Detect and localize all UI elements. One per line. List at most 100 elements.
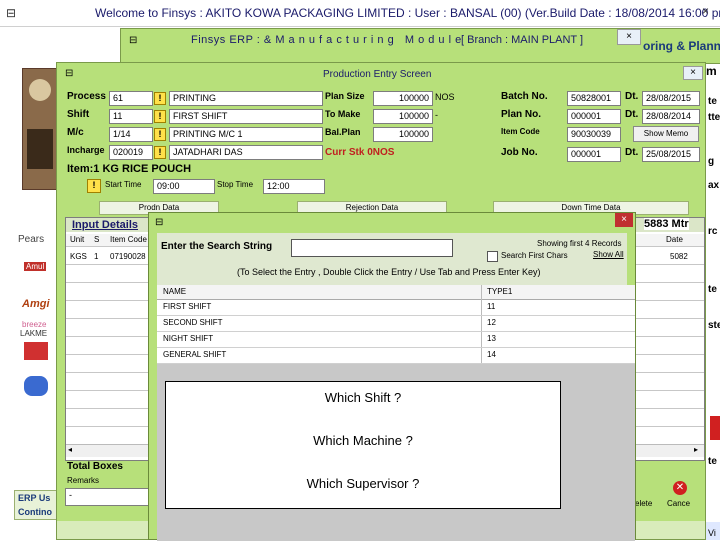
row-name: SECOND SHIFT	[163, 318, 223, 327]
right-menu-strip: te tte g ax rc te ste te Vi	[706, 36, 720, 540]
time-warning-icon[interactable]: !	[87, 179, 101, 193]
brand-logo	[24, 376, 48, 396]
plan-size-unit: NOS	[435, 92, 455, 102]
machine-code-input[interactable]: 1/14	[109, 127, 153, 142]
brand-image	[22, 68, 58, 190]
continue-label[interactable]: Contino	[18, 507, 52, 517]
scroll-left-icon[interactable]: ◂	[68, 445, 72, 454]
incharge-lookup-icon[interactable]: !	[154, 146, 166, 159]
production-close-icon[interactable]: ×	[683, 66, 703, 80]
shift-code-input[interactable]: 11	[109, 109, 153, 124]
plan-date-field[interactable]: 28/08/2014	[642, 109, 700, 124]
search-label: Enter the Search String	[161, 241, 273, 252]
search-input[interactable]	[291, 239, 453, 257]
grid-cell[interactable]: 07190028	[110, 252, 146, 261]
search-dialog-icon: ⊟	[155, 217, 164, 228]
red-icon	[710, 416, 720, 440]
batch-no-label: Batch No.	[501, 91, 548, 102]
grid-header-item-code: Item Code	[110, 235, 147, 244]
search-header-panel: Enter the Search String Showing first 4 …	[157, 233, 627, 289]
row-type: 14	[487, 350, 496, 359]
delete-button[interactable]: elete	[635, 481, 663, 511]
table-row[interactable]: FIRST SHIFT 11	[157, 299, 635, 316]
plan-no-field[interactable]: 000001	[567, 109, 621, 124]
item-label: Item:1 KG RICE POUCH	[67, 163, 192, 175]
start-time-label: Start Time	[105, 180, 142, 189]
process-lookup-icon[interactable]: !	[154, 92, 166, 105]
callout-supervisor-question: Which Supervisor ?	[306, 476, 420, 491]
menu-fragment: ax	[708, 180, 720, 191]
machine-name-field: PRINTING M/C 1	[169, 127, 323, 142]
module-title: Finsys ERP : & M a n u f a c t u r i n g…	[191, 34, 462, 46]
plan-size-field: 100000	[373, 91, 433, 106]
search-first-chars-label: Search First Chars	[501, 251, 568, 260]
table-row[interactable]: SECOND SHIFT 12	[157, 315, 635, 332]
table-row[interactable]: GENERAL SHIFT 14	[157, 347, 635, 364]
scroll-right-icon[interactable]: ▸	[694, 445, 698, 454]
menu-fragment: Vi	[708, 528, 716, 538]
start-time-input[interactable]: 09:00	[153, 179, 215, 194]
callout-machine-question: Which Machine ?	[313, 433, 413, 448]
search-close-icon[interactable]: ×	[615, 213, 633, 227]
process-code-input[interactable]: 61	[109, 91, 153, 106]
total-boxes-label: Total Boxes	[67, 461, 123, 472]
item-code-field[interactable]: 90030039	[567, 127, 621, 142]
plan-date-label: Dt.	[625, 109, 639, 120]
bal-plan-field: 100000	[373, 127, 433, 142]
branch-label: [ Branch : MAIN PLANT ]	[461, 34, 584, 46]
main-title-bar: ⊟ Welcome to Finsys : AKITO KOWA PACKAGI…	[0, 0, 720, 27]
stop-time-input[interactable]: 12:00	[263, 179, 325, 194]
module-close-icon[interactable]: ×	[617, 29, 641, 45]
incharge-label: Incharge	[67, 145, 105, 155]
current-stock-label: Curr Stk 0NOS	[325, 147, 395, 158]
show-all-button[interactable]: Show All	[593, 250, 624, 259]
grid-cell[interactable]: 5082	[670, 252, 688, 261]
grid-cell[interactable]: 1	[94, 252, 98, 261]
cancel-label: Cance	[667, 499, 691, 508]
remarks-input[interactable]: -	[65, 488, 151, 506]
column-header-type[interactable]: TYPE1	[487, 287, 512, 296]
main-close-icon[interactable]: ×	[702, 4, 709, 18]
item-code-label: Item Code	[501, 127, 540, 136]
erp-label: ERP Us	[18, 493, 51, 503]
batch-no-field[interactable]: 50828001	[567, 91, 621, 106]
machine-lookup-icon[interactable]: !	[154, 128, 166, 141]
incharge-name-field: JATADHARI DAS	[169, 145, 323, 160]
menu-fragment: m	[706, 64, 717, 78]
production-window-icon: ⊟	[65, 68, 74, 79]
job-date-field[interactable]: 25/08/2015	[642, 147, 700, 162]
menu-fragment: te	[708, 284, 717, 295]
search-first-chars-checkbox[interactable]	[487, 251, 498, 262]
incharge-code-input[interactable]: 020019	[109, 145, 153, 160]
meter-total-label: 5883 Mtr	[644, 218, 689, 230]
column-header-name[interactable]: NAME	[163, 287, 186, 296]
grid-cell[interactable]: KGS	[70, 252, 87, 261]
menu-fragment: g	[708, 156, 715, 167]
bal-plan-label: Bal.Plan	[325, 127, 361, 137]
menu-fragment: te	[708, 96, 717, 107]
brand-label: Pears	[18, 234, 45, 245]
table-row[interactable]: NIGHT SHIFT 13	[157, 331, 635, 348]
production-window-title: Production Entry Screen	[323, 69, 432, 80]
input-details-label: Input Details	[72, 219, 139, 231]
cancel-button[interactable]: ✕ Cance	[665, 481, 695, 511]
callout-shift-question: Which Shift ?	[324, 390, 402, 405]
batch-date-label: Dt.	[625, 91, 639, 102]
app-icon: ⊟	[6, 6, 17, 20]
job-no-field[interactable]: 000001	[567, 147, 621, 162]
delete-label: elete	[635, 499, 653, 508]
grid-header-s: S	[94, 235, 100, 244]
plan-no-label: Plan No.	[501, 109, 542, 120]
row-type: 12	[487, 318, 496, 327]
planning-menu[interactable]: oring & Planni	[643, 39, 720, 53]
grid-header-date: Date	[666, 235, 683, 244]
shift-lookup-icon[interactable]: !	[154, 110, 166, 123]
main-window-title: Welcome to Finsys : AKITO KOWA PACKAGING…	[95, 6, 720, 20]
menu-fragment: tte	[708, 112, 720, 123]
job-date-label: Dt.	[625, 147, 639, 158]
show-memo-button[interactable]: Show Memo	[633, 126, 699, 142]
batch-date-field[interactable]: 28/08/2015	[642, 91, 700, 106]
module-window: ⊟ Finsys ERP : & M a n u f a c t u r i n…	[120, 28, 720, 64]
to-make-input[interactable]: 100000	[373, 109, 433, 124]
annotation-callout: Which Shift ? Which Machine ? Which Supe…	[165, 381, 561, 509]
